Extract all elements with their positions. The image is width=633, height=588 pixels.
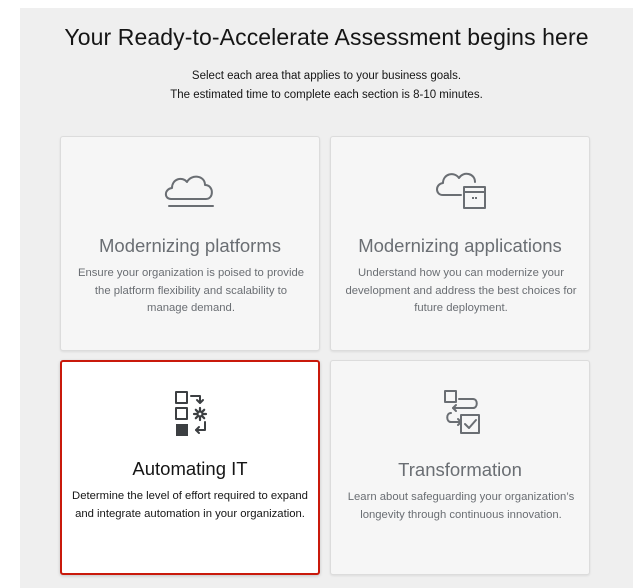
card-description: Determine the level of effort required t… bbox=[72, 490, 308, 520]
assessment-panel: Your Ready-to-Accelerate Assessment begi… bbox=[20, 8, 633, 588]
transformation-icon bbox=[444, 390, 480, 434]
card-description: Learn about safeguarding your organizati… bbox=[347, 491, 575, 521]
card-description: Ensure your organization is poised to pr… bbox=[77, 267, 305, 314]
automation-icon bbox=[175, 391, 208, 436]
card-title: Modernizing platforms bbox=[99, 235, 281, 256]
card-title: Modernizing applications bbox=[358, 235, 562, 256]
card-modernizing-applications[interactable]: Modernizing applications Understand how … bbox=[330, 136, 590, 351]
cloud-icon bbox=[164, 175, 214, 207]
page-title: Your Ready-to-Accelerate Assessment begi… bbox=[64, 24, 589, 50]
subtitle-line-1: Select each area that applies to your bu… bbox=[191, 70, 462, 82]
card-title: Automating IT bbox=[132, 458, 248, 479]
card-title: Transformation bbox=[398, 459, 522, 480]
card-modernizing-platforms[interactable]: Modernizing platforms Ensure your organi… bbox=[60, 136, 320, 351]
card-transformation[interactable]: Transformation Learn about safeguarding … bbox=[330, 360, 590, 575]
cloud-app-icon bbox=[436, 172, 486, 209]
card-description: Understand how you can modernize your de… bbox=[345, 267, 577, 314]
card-automating-it[interactable]: Automating IT Determine the level of eff… bbox=[60, 360, 320, 575]
subtitle-line-2: The estimated time to complete each sect… bbox=[170, 89, 483, 101]
